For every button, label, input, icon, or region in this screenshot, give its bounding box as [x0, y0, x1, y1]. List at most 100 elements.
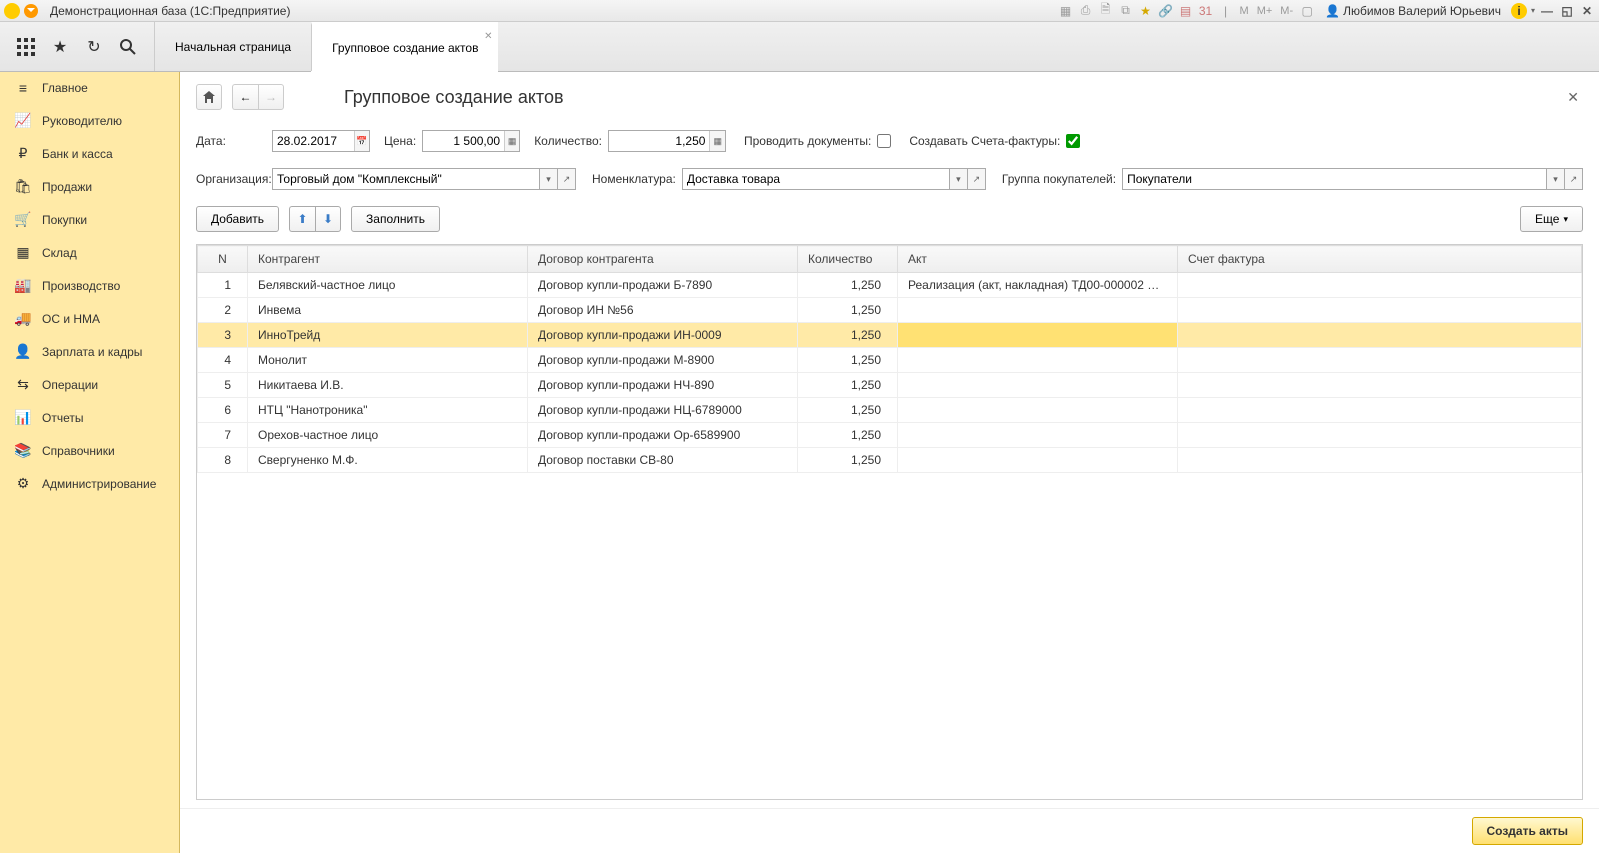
calc-picker-icon[interactable]: ▦ [504, 131, 519, 151]
back-button[interactable]: ← [232, 84, 258, 110]
tab-group-acts[interactable]: Групповое создание актов ✕ [311, 22, 498, 71]
table-wrap: N Контрагент Договор контрагента Количес… [196, 244, 1583, 800]
memory-m-plus[interactable]: М+ [1255, 5, 1275, 17]
th-n[interactable]: N [198, 246, 248, 273]
nomenclature-combo: ▾ ↗ [682, 168, 986, 190]
table-row[interactable]: 2ИнвемаДоговор ИН №561,250 [198, 298, 1582, 323]
price-input[interactable] [423, 131, 504, 151]
sidebar-item-manager[interactable]: 📈Руководителю [0, 104, 179, 137]
table-row[interactable]: 6НТЦ "Нанотроника"Договор купли-продажи … [198, 398, 1582, 423]
print-icon[interactable]: ⎙ [1078, 3, 1094, 19]
info-icon[interactable]: i [1511, 3, 1527, 19]
memory-m-minus[interactable]: М- [1278, 5, 1295, 17]
th-agent[interactable]: Контрагент [248, 246, 528, 273]
tab-home[interactable]: Начальная страница [154, 22, 311, 71]
open-icon[interactable]: ↗ [1565, 168, 1583, 190]
search-icon[interactable] [118, 37, 138, 57]
content-header: ← → Групповое создание актов ✕ [180, 72, 1599, 122]
sidebar-item-bank[interactable]: ₽Банк и касса [0, 137, 179, 170]
th-invoice[interactable]: Счет фактура [1178, 246, 1582, 273]
cell-contract: Договор купли-продажи М-8900 [528, 348, 798, 373]
table-row[interactable]: 1Белявский-частное лицоДоговор купли-про… [198, 273, 1582, 298]
cell-qty: 1,250 [798, 273, 898, 298]
th-qty[interactable]: Количество [798, 246, 898, 273]
tab-close-icon[interactable]: ✕ [484, 31, 492, 42]
sidebar-item-admin[interactable]: ⚙Администрирование [0, 467, 179, 500]
sidebar-item-sales[interactable]: 🛍Продажи [0, 170, 179, 203]
cell-invoice [1178, 398, 1582, 423]
sidebar-item-catalogs[interactable]: 📚Справочники [0, 434, 179, 467]
sidebar-item-warehouse[interactable]: ▦Склад [0, 236, 179, 269]
open-icon[interactable]: ↗ [558, 168, 576, 190]
sidebar-item-label: Банк и касса [42, 147, 113, 161]
maximize-button[interactable]: ◱ [1559, 4, 1575, 18]
add-button[interactable]: Добавить [196, 206, 279, 232]
link-icon[interactable]: 🔗 [1158, 3, 1174, 19]
page-title: Групповое создание актов [344, 87, 564, 108]
table-row[interactable]: 3ИнноТрейдДоговор купли-продажи ИН-00091… [198, 323, 1582, 348]
toolbar-icon-1[interactable]: ▦ [1058, 3, 1074, 19]
quantity-input[interactable] [609, 131, 709, 151]
calc-icon[interactable]: ▤ [1178, 3, 1194, 19]
sidebar-item-label: Покупки [42, 213, 87, 227]
forward-button[interactable]: → [258, 84, 284, 110]
organization-input[interactable] [272, 168, 540, 190]
panel-icon[interactable]: ▢ [1299, 3, 1315, 19]
sidebar-item-production[interactable]: 🏭Производство [0, 269, 179, 302]
sidebar-item-purchases[interactable]: 🛒Покупки [0, 203, 179, 236]
calendar-picker-icon[interactable]: 📅 [354, 131, 369, 151]
calc-picker-icon-2[interactable]: ▦ [709, 131, 725, 151]
date-input[interactable] [273, 131, 354, 151]
move-down-button[interactable]: ⬇ [315, 206, 341, 232]
sidebar-item-operations[interactable]: ⇆Операции [0, 368, 179, 401]
star-icon[interactable]: ★ [1138, 3, 1154, 19]
label-quantity: Количество: [534, 134, 602, 148]
buyer-group-combo: ▾ ↗ [1122, 168, 1583, 190]
calendar-icon[interactable]: 31 [1198, 3, 1214, 19]
nomenclature-input[interactable] [682, 168, 950, 190]
table-row[interactable]: 7Орехов-частное лицоДоговор купли-продаж… [198, 423, 1582, 448]
history-icon[interactable]: ↻ [84, 37, 104, 57]
compare-icon[interactable]: ⧉ [1118, 3, 1134, 19]
app-logo [4, 3, 20, 19]
label-nomenclature: Номенклатура: [592, 172, 676, 186]
table-row[interactable]: 4МонолитДоговор купли-продажи М-89001,25… [198, 348, 1582, 373]
create-invoices-checkbox[interactable] [1066, 134, 1080, 148]
close-page-button[interactable]: ✕ [1563, 85, 1583, 110]
conduct-docs-checkbox[interactable] [877, 134, 891, 148]
apps-icon[interactable] [16, 37, 36, 57]
sidebar-item-reports[interactable]: 📊Отчеты [0, 401, 179, 434]
create-acts-button[interactable]: Создать акты [1472, 817, 1584, 845]
close-window-button[interactable]: ✕ [1579, 4, 1595, 18]
buyer-group-input[interactable] [1122, 168, 1547, 190]
open-icon[interactable]: ↗ [968, 168, 986, 190]
more-button[interactable]: Еще ▾ [1520, 206, 1583, 232]
favorites-icon[interactable]: ★ [50, 37, 70, 57]
doc-icon[interactable]: 🗎 [1098, 3, 1114, 19]
quantity-field-wrap: ▦ [608, 130, 726, 152]
table-row[interactable]: 8Свергуненко М.Ф.Договор поставки СВ-801… [198, 448, 1582, 473]
home-button[interactable] [196, 84, 222, 110]
th-act[interactable]: Акт [898, 246, 1178, 273]
th-contract[interactable]: Договор контрагента [528, 246, 798, 273]
cell-n: 4 [198, 348, 248, 373]
memory-m[interactable]: М [1238, 5, 1251, 17]
sidebar-item-hr[interactable]: 👤Зарплата и кадры [0, 335, 179, 368]
dropdown-icon[interactable]: ▾ [950, 168, 968, 190]
table-row[interactable]: 5Никитаева И.В.Договор купли-продажи НЧ-… [198, 373, 1582, 398]
dropdown-icon[interactable]: ▾ [540, 168, 558, 190]
cell-act [898, 398, 1178, 423]
user-info[interactable]: 👤 Любимов Валерий Юрьевич [1319, 4, 1507, 18]
sidebar-item-main[interactable]: ≡Главное [0, 72, 179, 104]
arrow-down-icon: ⬇ [323, 212, 333, 226]
minimize-button[interactable]: — [1539, 4, 1555, 18]
move-up-button[interactable]: ⬆ [289, 206, 315, 232]
bag-icon: 🛍 [14, 178, 32, 195]
dropdown-icon[interactable]: ▾ [1547, 168, 1565, 190]
fill-button[interactable]: Заполнить [351, 206, 440, 232]
sidebar-item-assets[interactable]: 🚚ОС и НМА [0, 302, 179, 335]
flow-icon: ⇆ [14, 376, 32, 393]
app-menu-dropdown[interactable] [24, 4, 38, 18]
footer: Создать акты [180, 808, 1599, 853]
sidebar-item-label: Склад [42, 246, 77, 260]
